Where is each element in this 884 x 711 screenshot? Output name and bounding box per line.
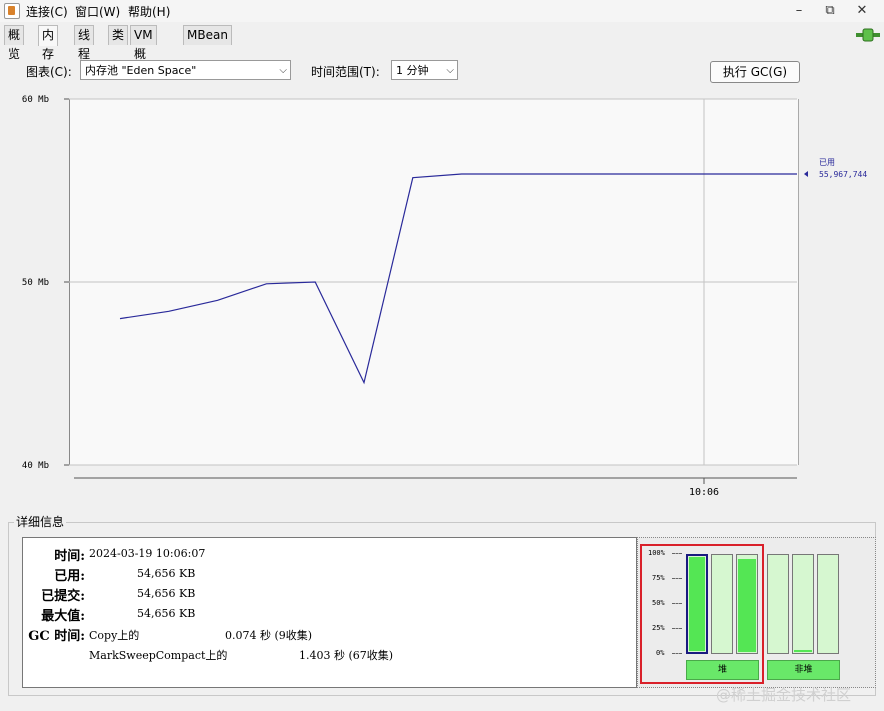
x-tick-label: 10:06 [689, 487, 719, 498]
y-tick-label: 60 Mb [22, 95, 49, 105]
legend-label: 已用 [819, 158, 835, 167]
gc-msc-name: MarkSweepCompact上的 [89, 649, 228, 662]
gc-time-label: GC 时间: [28, 629, 85, 644]
y-tick-label: 40 Mb [22, 461, 49, 471]
gc-copy-time: 0.074 秒 (9收集) [225, 629, 313, 642]
committed-label: 已提交: [41, 589, 85, 604]
nonheap-pool-bar[interactable] [792, 554, 814, 654]
y-tick-label: 50 Mb [22, 278, 49, 288]
watermark: @稀土掘金技术社区 [716, 686, 852, 704]
nonheap-button[interactable]: 非堆 [767, 660, 840, 680]
gc-copy-name: Copy上的 [89, 629, 140, 642]
details-title: 详细信息 [14, 513, 67, 530]
legend-marker [804, 171, 808, 178]
max-label: 最大值: [41, 609, 85, 624]
time-label: 时间: [54, 549, 85, 564]
used-label: 已用: [54, 569, 85, 584]
memory-chart: 60 Mb 50 Mb 40 Mb 10:06 已用 55,967,744 [22, 95, 867, 498]
committed-value: 54,656 KB [137, 587, 196, 600]
legend-value: 55,967,744 [819, 170, 867, 179]
nonheap-pool-bar[interactable] [817, 554, 839, 654]
gc-msc-time: 1.403 秒 (67收集) [299, 649, 394, 662]
heap-highlight-box [640, 544, 764, 684]
max-value: 54,656 KB [137, 607, 196, 620]
series-line-used [119, 173, 797, 385]
details-info-panel: 时间: 2024-03-19 10:06:07 已用: 54,656 KB 已提… [22, 537, 637, 688]
nonheap-pool-bar[interactable] [767, 554, 789, 654]
used-value: 54,656 KB [137, 567, 196, 580]
usage-fill [794, 650, 812, 652]
time-value: 2024-03-19 10:06:07 [89, 547, 206, 560]
